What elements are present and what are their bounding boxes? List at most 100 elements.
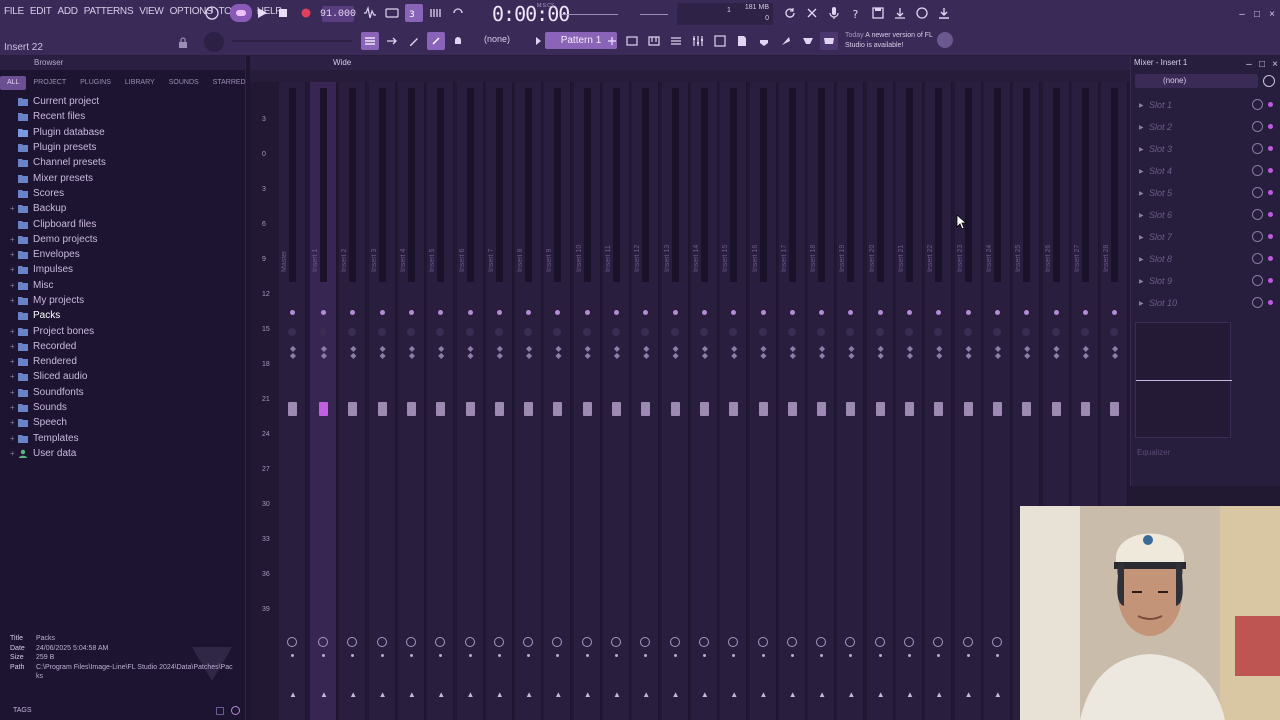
swap-icon[interactable]: ◆ ◆ [289, 345, 297, 360]
enable-dot[interactable] [291, 654, 294, 657]
stereo-separation-knob[interactable] [787, 328, 796, 336]
enable-dot[interactable] [585, 654, 589, 657]
close-icon[interactable]: × [1266, 8, 1278, 20]
master-volume-slider[interactable] [562, 14, 618, 15]
snap-selector[interactable]: (none) [484, 34, 510, 44]
pan-knob[interactable] [290, 310, 295, 315]
help-icon[interactable]: ? [847, 4, 865, 22]
volume-fader[interactable] [905, 402, 914, 416]
channel-settings-icon[interactable] [711, 32, 729, 50]
tempo-display[interactable]: 91.000 [320, 6, 356, 22]
slot-expand-icon[interactable]: ▶ [1135, 278, 1149, 285]
send-knob[interactable] [962, 637, 973, 647]
effect-slot[interactable]: ▶ Slot 7 [1135, 226, 1275, 248]
swap-icon[interactable]: ◆ ◆ [906, 345, 914, 360]
pan-knob[interactable] [467, 310, 473, 315]
tag-filter-icon[interactable] [216, 707, 224, 715]
slot-mix-knob[interactable] [1252, 209, 1263, 220]
route-arrow-icon[interactable]: ▲ [408, 690, 416, 699]
enable-dot[interactable] [673, 654, 677, 657]
browser-item-recorded[interactable]: + Recorded [10, 339, 245, 354]
volume-fader[interactable] [494, 402, 504, 416]
expand-icon[interactable]: + [10, 235, 18, 244]
slot-enable-dot[interactable] [1268, 212, 1273, 217]
stereo-separation-knob[interactable] [641, 328, 650, 336]
download-icon[interactable] [935, 4, 953, 22]
route-arrow-icon[interactable]: ▲ [818, 690, 826, 699]
swap-icon[interactable]: ◆ ◆ [935, 345, 943, 360]
pan-knob[interactable] [848, 310, 854, 315]
slot-enable-dot[interactable] [1268, 146, 1273, 151]
mixer-track[interactable]: Insert 6 ◆ ◆ ▲ [456, 82, 484, 720]
browser-item-clipboard-files[interactable]: Clipboard files [10, 216, 245, 231]
browser-tab-library[interactable]: LIBRARY [118, 76, 162, 90]
pan-knob[interactable] [994, 310, 1000, 315]
bell-icon[interactable] [449, 32, 467, 50]
send-knob[interactable] [669, 637, 680, 647]
master-pitch-slider[interactable] [640, 14, 668, 15]
record-button[interactable] [297, 4, 315, 22]
stereo-separation-knob[interactable] [934, 328, 943, 336]
equalizer-display[interactable] [1135, 322, 1232, 438]
enable-dot[interactable] [966, 654, 970, 657]
slot-expand-icon[interactable]: ▶ [1135, 300, 1149, 307]
expand-icon[interactable]: + [10, 342, 18, 351]
slot-expand-icon[interactable]: ▶ [1135, 234, 1149, 241]
pan-knob[interactable] [1053, 310, 1059, 315]
slot-enable-dot[interactable] [1268, 168, 1273, 173]
mixer-track[interactable]: Insert 19 ◆ ◆ ▲ [837, 82, 865, 720]
countdown-icon[interactable]: 3 [405, 4, 423, 22]
slot-expand-icon[interactable]: ▶ [1135, 212, 1149, 219]
mixer-track[interactable]: Insert 10 ◆ ◆ ▲ [573, 82, 601, 720]
swap-icon[interactable]: ◆ ◆ [701, 345, 709, 360]
swap-icon[interactable]: ◆ ◆ [1111, 345, 1119, 360]
slot-expand-icon[interactable]: ▶ [1135, 124, 1149, 131]
playlist-icon[interactable] [361, 32, 379, 50]
route-arrow-icon[interactable]: ▲ [994, 690, 1002, 699]
pan-knob[interactable] [672, 310, 678, 315]
volume-fader[interactable] [1080, 402, 1090, 416]
slot-enable-dot[interactable] [1268, 190, 1273, 195]
enable-dot[interactable] [995, 654, 999, 657]
volume-fader[interactable] [787, 402, 797, 416]
browser-item-envelopes[interactable]: + Envelopes [10, 247, 245, 262]
chat-icon[interactable] [913, 4, 931, 22]
route-arrow-icon[interactable]: ▲ [554, 690, 562, 699]
swap-icon[interactable]: ◆ ◆ [379, 345, 387, 360]
slot-mix-knob[interactable] [1252, 231, 1263, 242]
send-knob[interactable] [611, 637, 621, 647]
pan-knob[interactable] [408, 310, 414, 315]
send-knob[interactable] [552, 637, 563, 647]
enable-dot[interactable] [644, 654, 648, 657]
stereo-separation-knob[interactable] [699, 328, 708, 336]
send-knob[interactable] [640, 637, 651, 647]
news-panel[interactable]: Today A newer version of FL Studio is av… [845, 31, 941, 51]
expand-icon[interactable]: + [10, 327, 18, 336]
menu-patterns[interactable]: PATTERNS [84, 6, 134, 17]
mixer-track[interactable]: Insert 1 ◆ ◆ ▲ [310, 82, 337, 720]
mixer-track[interactable]: Insert 2 ◆ ◆ ▲ [339, 82, 367, 720]
mixer-track[interactable]: Insert 8 ◆ ◆ ▲ [515, 82, 543, 720]
volume-fader[interactable] [1022, 402, 1032, 416]
mixer-track[interactable]: Insert 13 ◆ ◆ ▲ [661, 82, 689, 720]
main-pitch-slider[interactable] [232, 40, 352, 42]
mixer-track[interactable]: Insert 17 ◆ ◆ ▲ [778, 82, 806, 720]
swap-icon[interactable]: ◆ ◆ [760, 345, 768, 360]
expand-icon[interactable]: + [10, 296, 18, 305]
effect-slot[interactable]: ▶ Slot 6 [1135, 204, 1275, 226]
send-knob[interactable] [523, 637, 534, 647]
stereo-separation-knob[interactable] [1022, 328, 1031, 336]
panel-minimize-icon[interactable]: – [1243, 58, 1255, 70]
route-arrow-icon[interactable]: ▲ [642, 690, 650, 699]
browser-item-user-data[interactable]: + User data [10, 446, 245, 461]
browser-item-rendered[interactable]: + Rendered [10, 354, 245, 369]
expand-icon[interactable]: + [10, 281, 18, 290]
mixer-track[interactable]: Master ◆ ◆ ▲ [279, 82, 306, 720]
effect-slot[interactable]: ▶ Slot 2 [1135, 116, 1275, 138]
slot-enable-dot[interactable] [1268, 278, 1273, 283]
volume-fader[interactable] [524, 402, 534, 416]
mixer-track[interactable]: Insert 7 ◆ ◆ ▲ [485, 82, 513, 720]
expand-icon[interactable]: + [10, 388, 18, 397]
route-arrow-icon[interactable]: ▲ [965, 690, 973, 699]
loop-record-icon[interactable] [449, 4, 467, 22]
